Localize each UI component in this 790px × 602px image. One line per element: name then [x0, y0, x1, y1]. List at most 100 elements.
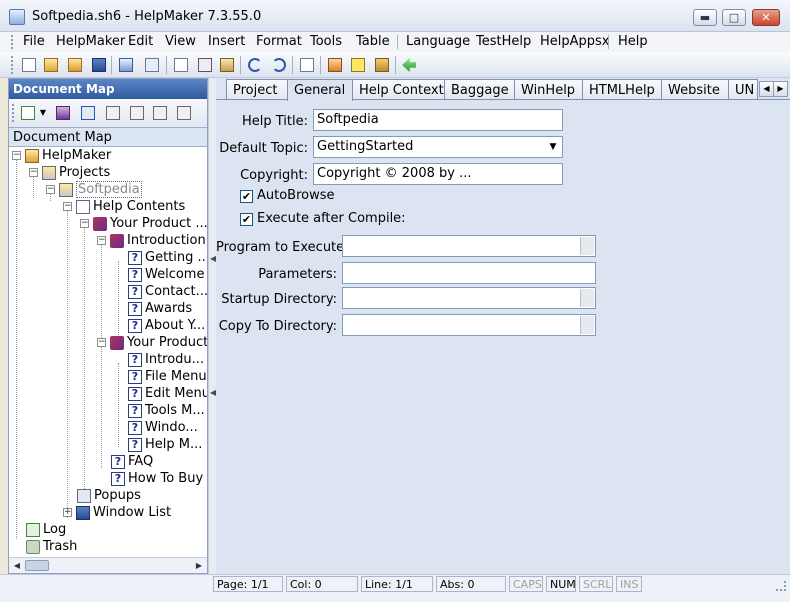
tree-node-trash[interactable]: Trash [26, 538, 77, 555]
project-icon[interactable] [117, 56, 135, 74]
copy-to-directory-input[interactable] [342, 314, 596, 336]
tree-node-your-product-book[interactable]: − Your Product ... [77, 215, 207, 232]
undo-icon[interactable] [246, 56, 264, 74]
tab-general[interactable]: General [287, 79, 353, 101]
menu-format[interactable]: Format [256, 34, 302, 49]
collapse-icon[interactable]: − [97, 338, 106, 347]
menu-insert[interactable]: Insert [208, 34, 245, 49]
browse-copy-to-button[interactable] [580, 316, 594, 334]
back-arrow-icon[interactable] [400, 56, 418, 74]
tree-node-topic[interactable]: ? Getting ... [128, 249, 207, 266]
menu-tools[interactable]: Tools [310, 34, 342, 49]
menu-edit[interactable]: Edit [128, 34, 153, 49]
collapse-icon[interactable]: − [29, 168, 38, 177]
help-title-input[interactable]: Softpedia [313, 109, 563, 131]
browse-startup-button[interactable] [580, 289, 594, 307]
collapse-icon[interactable]: − [63, 202, 72, 211]
default-topic-select[interactable]: GettingStarted ▼ [313, 136, 563, 158]
properties-icon[interactable] [298, 56, 316, 74]
parameters-input[interactable] [342, 262, 596, 284]
collapse-icon[interactable]: − [46, 185, 55, 194]
menu-help[interactable]: Help [618, 34, 648, 49]
resize-grip-icon[interactable] [776, 581, 786, 591]
tree-node-topic[interactable]: ? Welcome [128, 266, 204, 283]
move-up-icon[interactable] [151, 104, 169, 122]
execute-after-compile-checkbox[interactable]: ✔ [240, 213, 253, 226]
chevron-down-icon[interactable]: ▼ [545, 138, 561, 156]
collapse-icon[interactable]: − [12, 151, 21, 160]
tree-node-popups[interactable]: Popups [77, 487, 141, 504]
tree-node-your-product[interactable]: − Your Product [94, 334, 207, 351]
collapse-icon[interactable]: − [97, 236, 106, 245]
panel-splitter[interactable]: ◀ ◀ [208, 78, 216, 574]
tree-node-topic[interactable]: ? Windo... [128, 419, 198, 436]
tree-node-topic[interactable]: ? Awards [128, 300, 192, 317]
maximize-button[interactable]: □ [722, 9, 746, 26]
book-icon[interactable] [373, 56, 391, 74]
tree-node-softpedia[interactable]: − Softpedia [43, 181, 142, 198]
tree-node-how-to-buy[interactable]: ? How To Buy [111, 470, 203, 487]
tree-node-topic[interactable]: ? Introdu... [128, 351, 204, 368]
cut-icon[interactable] [196, 56, 214, 74]
tree-node-introduction[interactable]: − Introduction [94, 232, 206, 249]
close-button[interactable]: ✕ [752, 9, 780, 26]
tab-htmlhelp[interactable]: HTMLHelp [582, 79, 662, 100]
scroll-right-icon[interactable]: ▶ [192, 559, 206, 572]
redo-icon[interactable] [270, 56, 288, 74]
minimize-button[interactable]: ▬ [693, 9, 717, 26]
tab-winhelp[interactable]: WinHelp [514, 79, 583, 100]
copyright-input[interactable]: Copyright © 2008 by ... [313, 163, 563, 185]
tree-node-window-list[interactable]: + Window List [60, 504, 171, 521]
compile-icon[interactable] [326, 56, 344, 74]
tab-help-context[interactable]: Help Context [352, 79, 445, 100]
add-topic-dropdown-icon[interactable]: ▼ [38, 104, 48, 122]
tree-node-topic[interactable]: ? Tools M... [128, 402, 205, 419]
open-icon[interactable] [42, 56, 60, 74]
new-icon[interactable] [20, 56, 38, 74]
open-folder-icon[interactable] [66, 56, 84, 74]
collapse-icon[interactable]: − [80, 219, 89, 228]
tree-horizontal-scrollbar[interactable]: ◀ ▶ [9, 557, 207, 573]
tree-node-faq[interactable]: ? FAQ [111, 453, 153, 470]
tab-project[interactable]: Project [226, 79, 288, 100]
tree-node-projects[interactable]: − Projects [26, 164, 110, 181]
move-left-icon[interactable] [104, 104, 122, 122]
menu-language[interactable]: Language [406, 34, 470, 49]
menu-helpmaker[interactable]: HelpMaker [56, 34, 125, 49]
contents-tree-icon[interactable] [79, 104, 97, 122]
browse-program-button[interactable] [580, 237, 594, 255]
move-down-icon[interactable] [128, 104, 146, 122]
tree-node-helpmaker[interactable]: − HelpMaker [9, 147, 111, 164]
expand-icon[interactable]: + [63, 508, 72, 517]
tree-node-topic[interactable]: ? File Menu [128, 368, 207, 385]
menu-table[interactable]: Table [356, 34, 390, 49]
paste-icon[interactable] [218, 56, 236, 74]
tree-node-topic[interactable]: ? Help M... [128, 436, 202, 453]
tree-node-topic[interactable]: ? About Y... [128, 317, 205, 334]
startup-directory-input[interactable] [342, 287, 596, 309]
menu-view[interactable]: View [165, 34, 196, 49]
tree-node-topic[interactable]: ? Edit Menu [128, 385, 207, 402]
copy-icon[interactable] [172, 56, 190, 74]
menu-helpappsx[interactable]: HelpAppsx [540, 34, 610, 49]
move-right-icon[interactable] [175, 104, 193, 122]
menu-testhelp[interactable]: TestHelp [476, 34, 531, 49]
tree-node-topic[interactable]: ? Contact... [128, 283, 207, 300]
tree-node-help-contents[interactable]: − Help Contents [60, 198, 185, 215]
program-to-execute-input[interactable] [342, 235, 596, 257]
tab-website[interactable]: Website [661, 79, 729, 100]
tab-un[interactable]: UN [728, 79, 758, 100]
add-topic-icon[interactable] [19, 104, 37, 122]
spellcheck-icon[interactable] [143, 56, 161, 74]
menu-file[interactable]: File [23, 34, 45, 49]
add-book-icon[interactable] [54, 104, 72, 122]
save-icon[interactable] [90, 56, 108, 74]
tab-scroll-right-icon[interactable]: ▶ [773, 81, 788, 97]
scrollbar-thumb[interactable] [25, 560, 49, 571]
tab-baggage[interactable]: Baggage [444, 79, 515, 100]
help-icon[interactable] [349, 56, 367, 74]
tree-node-log[interactable]: Log [26, 521, 66, 538]
scroll-left-icon[interactable]: ◀ [10, 559, 24, 572]
autobrowse-checkbox[interactable]: ✔ [240, 190, 253, 203]
tab-scroll-left-icon[interactable]: ◀ [759, 81, 774, 97]
